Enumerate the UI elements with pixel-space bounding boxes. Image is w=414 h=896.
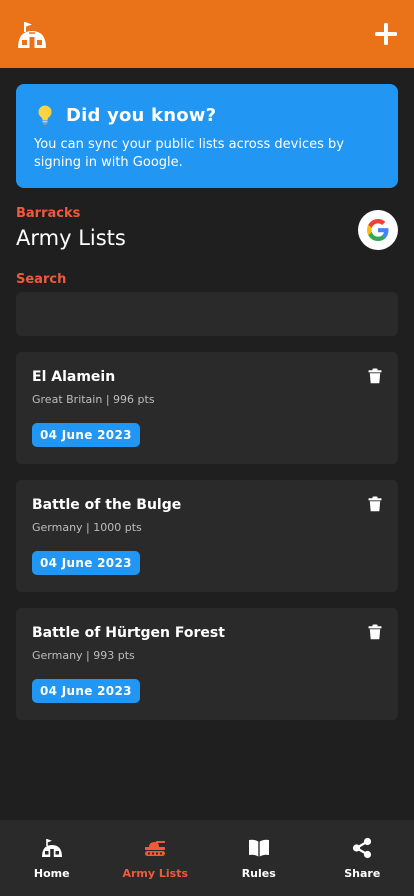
nav-share[interactable]: Share: [311, 820, 414, 896]
nav-label: Rules: [241, 867, 276, 880]
trash-icon[interactable]: [368, 368, 382, 384]
top-app-bar: [0, 0, 414, 68]
tip-text: You can sync your public lists across de…: [34, 137, 344, 170]
barracks-hut-icon[interactable]: [16, 20, 48, 50]
search-label: Search: [16, 272, 67, 287]
plus-icon[interactable]: [374, 22, 398, 46]
nav-army-lists[interactable]: Army Lists: [104, 820, 208, 896]
page-title: Army Lists: [16, 226, 126, 250]
army-list-card[interactable]: Battle of Hürtgen Forest Germany | 993 p…: [16, 608, 398, 720]
date-badge: 04 June 2023: [32, 423, 140, 447]
army-name: Battle of the Bulge: [32, 497, 182, 513]
did-you-know-card: Did you know? You can sync your public l…: [16, 84, 398, 188]
bottom-navigation: Home Army Lists Rules Share: [0, 820, 414, 896]
army-list-card[interactable]: El Alamein Great Britain | 996 pts 04 Ju…: [16, 352, 398, 464]
trash-icon[interactable]: [368, 496, 382, 512]
home-icon: [41, 839, 62, 857]
trash-icon[interactable]: [368, 624, 382, 640]
nav-label: Army Lists: [122, 867, 189, 880]
google-icon: [367, 219, 389, 241]
army-meta: Great Britain | 996 pts: [32, 393, 155, 406]
nav-home[interactable]: Home: [0, 820, 104, 896]
tank-icon: [145, 841, 166, 856]
google-sign-in-button[interactable]: [358, 210, 398, 250]
book-icon: [248, 839, 269, 857]
army-name: Battle of Hürtgen Forest: [32, 625, 225, 641]
army-meta: Germany | 1000 pts: [32, 521, 142, 534]
nav-label: Home: [33, 867, 70, 880]
date-badge: 04 June 2023: [32, 679, 140, 703]
date-badge: 04 June 2023: [32, 551, 140, 575]
search-input[interactable]: [16, 292, 398, 336]
army-name: El Alamein: [32, 369, 116, 385]
tip-title: Did you know?: [66, 104, 217, 126]
army-meta: Germany | 993 pts: [32, 649, 135, 662]
lightbulb-icon: [38, 105, 52, 125]
section-label: Barracks: [16, 206, 81, 221]
army-list-card[interactable]: Battle of the Bulge Germany | 1000 pts 0…: [16, 480, 398, 592]
nav-label: Share: [344, 867, 381, 880]
nav-rules[interactable]: Rules: [207, 820, 311, 896]
share-icon: [353, 837, 372, 859]
